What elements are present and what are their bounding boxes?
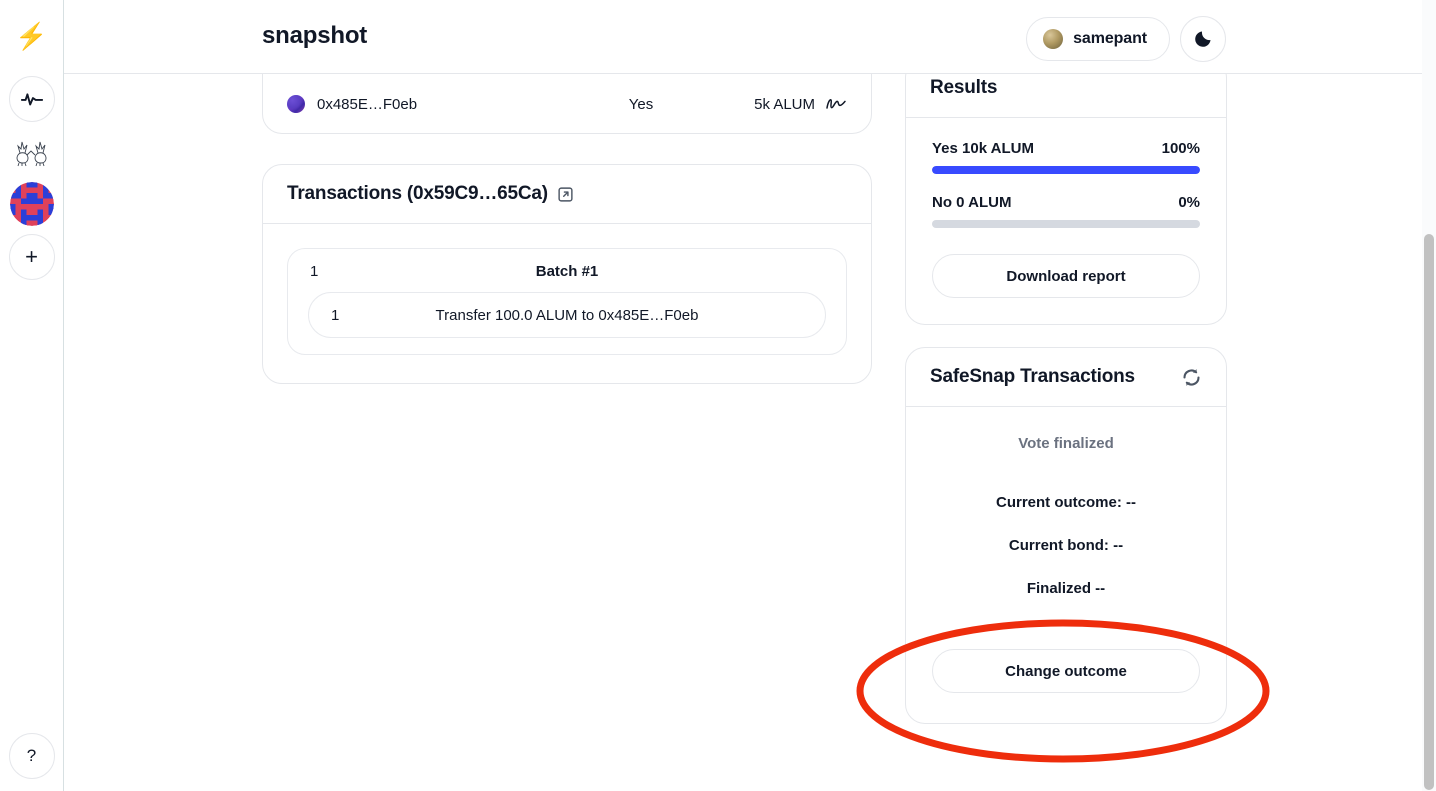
result-row-no: No 0 ALUM 0% — [932, 194, 1200, 211]
result-bar-yes — [932, 166, 1200, 174]
plus-icon: + — [25, 244, 38, 269]
result-label-yes: Yes 10k ALUM — [932, 140, 1034, 157]
result-percent-no: 0% — [1178, 194, 1200, 211]
safesnap-body: Vote finalized Current outcome: -- Curre… — [906, 407, 1226, 723]
vote-voter: 0x485E…F0eb — [287, 95, 555, 113]
top-header: snapshot samepant — [64, 0, 1422, 74]
sidebar-item-activity[interactable] — [8, 76, 55, 122]
refresh-icon[interactable] — [1181, 367, 1202, 388]
help-button[interactable]: ? — [8, 733, 55, 779]
voter-address: 0x485E…F0eb — [317, 95, 418, 113]
external-link-icon[interactable] — [557, 186, 574, 203]
main-content: 0x485E…F0eb Yes 5k ALUM Transactions (0x… — [64, 74, 1422, 791]
results-title: Results — [930, 77, 998, 98]
header-actions: samepant — [1026, 16, 1226, 62]
user-name: samepant — [1073, 30, 1147, 47]
change-outcome-button[interactable]: Change outcome — [932, 649, 1200, 693]
vertical-scrollbar-thumb[interactable] — [1424, 234, 1434, 790]
result-bar-fill-yes — [932, 166, 1200, 174]
transaction-description: Transfer 100.0 ALUM to 0x485E…F0eb — [435, 306, 699, 324]
batch-label: Batch #1 — [535, 263, 599, 280]
result-row-yes: Yes 10k ALUM 100% — [932, 140, 1200, 157]
transactions-card: Transactions (0x59C9…65Ca) 1 Batch #1 1 … — [262, 164, 872, 384]
transactions-title: Transactions (0x59C9…65Ca) — [287, 183, 548, 204]
result-percent-yes: 100% — [1161, 140, 1200, 157]
results-body: Yes 10k ALUM 100% No 0 ALUM 0% Download … — [906, 118, 1226, 324]
pulse-icon — [20, 93, 43, 106]
left-rail: ⚡ + ? — [0, 0, 64, 791]
vote-power: 5k ALUM — [727, 96, 847, 113]
signature-icon[interactable] — [825, 96, 847, 112]
vote-choice: Yes — [628, 95, 654, 113]
table-row[interactable]: 0x485E…F0eb Yes 5k ALUM — [263, 75, 871, 133]
vertical-scrollbar-track[interactable] — [1422, 0, 1436, 791]
batch-header: 1 Batch #1 — [288, 263, 846, 292]
theme-toggle-button[interactable] — [1180, 16, 1226, 62]
transactions-card-header: Transactions (0x59C9…65Ca) — [263, 165, 871, 224]
safesnap-finalized: Finalized -- — [1026, 580, 1106, 597]
safesnap-card-header: SafeSnap Transactions — [906, 348, 1226, 407]
votes-card: 0x485E…F0eb Yes 5k ALUM — [262, 74, 872, 134]
vote-amount: 5k ALUM — [754, 95, 815, 113]
voter-avatar — [287, 95, 305, 113]
transactions-title-wrap: Transactions (0x59C9…65Ca) — [287, 183, 574, 205]
user-avatar — [1043, 29, 1064, 49]
add-space-button[interactable]: + — [8, 234, 55, 280]
safesnap-status: Vote finalized — [1018, 435, 1114, 452]
result-bar-no — [932, 220, 1200, 228]
safesnap-card: SafeSnap Transactions Vote finalized Cur… — [905, 347, 1227, 724]
safesnap-current-outcome: Current outcome: -- — [996, 494, 1136, 511]
safesnap-current-bond: Current bond: -- — [1008, 537, 1124, 554]
snapshot-logo-button[interactable]: ⚡ — [10, 14, 54, 58]
critters-icon — [16, 141, 46, 167]
results-card-header: Results — [906, 74, 1226, 118]
transaction-item[interactable]: 1 Transfer 100.0 ALUM to 0x485E…F0eb — [308, 292, 826, 338]
moon-icon — [1195, 31, 1211, 47]
lightning-bolt-icon: ⚡ — [15, 21, 48, 51]
safesnap-title: SafeSnap Transactions — [930, 366, 1135, 387]
results-card: Results Yes 10k ALUM 100% No 0 ALUM 0% D… — [905, 74, 1227, 325]
download-report-button[interactable]: Download report — [932, 254, 1200, 298]
transactions-body: 1 Batch #1 1 Transfer 100.0 ALUM to 0x48… — [263, 224, 871, 383]
sidebar-item-critters[interactable] — [10, 130, 54, 174]
user-menu-button[interactable]: samepant — [1026, 17, 1170, 61]
app-root: ⚡ + ? snapshot samepant 0x485E…F0eb Yes … — [0, 0, 1436, 791]
result-label-no: No 0 ALUM — [932, 194, 1012, 211]
page-title: snapshot — [262, 22, 368, 49]
sidebar-item-alum-space[interactable] — [9, 182, 54, 226]
identicon-avatar — [9, 182, 54, 226]
question-mark-icon: ? — [26, 746, 37, 765]
batch-box: 1 Batch #1 1 Transfer 100.0 ALUM to 0x48… — [287, 248, 847, 355]
